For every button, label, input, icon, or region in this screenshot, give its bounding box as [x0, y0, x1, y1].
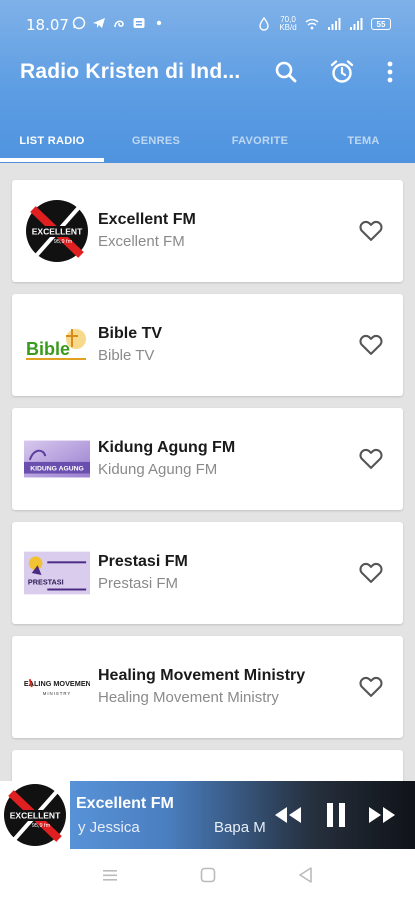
svg-text:95,9 fm: 95,9 fm — [54, 239, 73, 245]
more-vert-icon — [387, 61, 393, 83]
heart-outline-icon[interactable] — [357, 330, 385, 358]
station-card[interactable]: PRESTASI Prestasi FM Prestasi FM — [12, 522, 403, 624]
tab-list-radio[interactable]: LIST RADIO — [0, 118, 104, 163]
station-name: Kidung Agung FM — [98, 439, 236, 456]
battery-icon: 55 — [371, 18, 391, 30]
player-station-logo: EXCELLENT 95,9 fm — [0, 781, 70, 849]
system-nav-bar — [0, 849, 415, 900]
station-logo: HEALING MOVEMENT MINISTRY — [24, 655, 90, 719]
station-subtitle: Excellent FM — [98, 233, 185, 250]
station-subtitle: Bible TV — [98, 347, 155, 364]
station-card[interactable]: HEALING MOVEMENT MINISTRY Healing Moveme… — [12, 636, 403, 738]
station-subtitle: Kidung Agung FM — [98, 461, 218, 478]
whatsapp-icon — [72, 16, 86, 30]
player-title: Excellent FM — [76, 795, 174, 812]
network-speed: 70,0 KB/d — [279, 15, 297, 32]
healing-movement-logo: HEALING MOVEMENT MINISTRY — [24, 678, 90, 696]
svg-text:EXCELLENT: EXCELLENT — [10, 811, 61, 821]
station-name: Excellent FM — [98, 211, 196, 228]
data-saver-icon — [259, 17, 269, 31]
station-logo: EXCELLENT 95,9 fm — [24, 199, 90, 263]
station-subtitle: Prestasi FM — [98, 575, 179, 592]
excellent-fm-logo: EXCELLENT 95,9 fm — [26, 200, 88, 262]
station-logo: KIDUNG AGUNG — [24, 427, 90, 491]
swirl-notification-icon — [114, 20, 124, 28]
app-bar: 18.07 70,0 KB/d 55 Radio Kristen di Ind.… — [0, 0, 415, 163]
heart-outline-icon[interactable] — [357, 558, 385, 586]
status-bar: 18.07 70,0 KB/d 55 — [0, 12, 415, 38]
app-notification-icon — [133, 18, 145, 28]
heart-outline-icon[interactable] — [357, 216, 385, 244]
station-subtitle: Healing Movement Ministry — [98, 689, 279, 706]
svg-text:PRESTASI: PRESTASI — [28, 578, 64, 587]
excellent-fm-logo: EXCELLENT 95,9 fm — [4, 784, 66, 846]
tab-tema[interactable]: TEMA — [312, 118, 415, 163]
heart-outline-icon[interactable] — [357, 444, 385, 472]
fast-forward-icon — [369, 807, 395, 823]
prestasi-fm-logo: PRESTASI — [24, 551, 90, 595]
signal-icon — [328, 18, 341, 30]
previous-button[interactable] — [272, 799, 304, 831]
station-card[interactable]: Bible Bible TV Bible TV — [12, 294, 403, 396]
svg-text:Bible: Bible — [26, 339, 70, 359]
mini-player[interactable]: EXCELLENT 95,9 fm Excellent FM y Jessica… — [0, 781, 415, 849]
next-button[interactable] — [366, 799, 398, 831]
player-meta-left: y Jessica — [78, 819, 140, 836]
heart-outline-icon[interactable] — [357, 672, 385, 700]
station-name: Prestasi FM — [98, 553, 188, 570]
dot-icon — [156, 20, 162, 26]
telegram-icon — [93, 18, 105, 28]
search-icon — [275, 61, 297, 83]
station-logo: Bible — [24, 313, 90, 377]
home-nav-icon[interactable] — [198, 865, 218, 885]
back-nav-icon[interactable] — [296, 865, 316, 885]
station-name: Healing Movement Ministry — [98, 667, 306, 684]
tab-bar: LIST RADIO GENRES FAVORITE TEMA — [0, 118, 415, 163]
svg-text:MINISTRY: MINISTRY — [43, 691, 72, 696]
station-card[interactable]: KIDUNG AGUNG Kidung Agung FM Kidung Agun… — [12, 408, 403, 510]
search-button[interactable] — [270, 56, 302, 88]
pause-button[interactable] — [320, 799, 352, 831]
svg-text:EXCELLENT: EXCELLENT — [32, 227, 83, 237]
wifi-icon — [305, 19, 319, 30]
more-options-button[interactable] — [374, 56, 406, 88]
kidung-agung-logo: KIDUNG AGUNG — [24, 440, 90, 478]
tab-favorite[interactable]: FAVORITE — [208, 118, 312, 163]
status-time: 18.07 — [26, 16, 69, 34]
rewind-icon — [275, 807, 301, 823]
station-name: Bible TV — [98, 325, 163, 342]
menu-nav-icon[interactable] — [100, 865, 120, 885]
bible-tv-logo: Bible — [26, 329, 86, 360]
svg-text:95,9 fm: 95,9 fm — [32, 823, 51, 829]
tab-genres[interactable]: GENRES — [104, 118, 208, 163]
station-card[interactable]: EXCELLENT 95,9 fm Excellent FM Excellent… — [12, 180, 403, 282]
alarm-icon — [330, 60, 354, 83]
svg-text:KIDUNG AGUNG: KIDUNG AGUNG — [30, 466, 84, 473]
alarm-button[interactable] — [326, 56, 358, 88]
player-now-playing: y Jessica Bapa M — [76, 819, 266, 839]
signal-2-icon — [350, 18, 363, 30]
pause-icon — [327, 803, 345, 827]
tab-indicator — [0, 158, 104, 162]
status-notification-icons — [72, 16, 166, 30]
player-meta-right: Bapa M — [214, 819, 266, 836]
status-system-icons: 70,0 KB/d 55 — [257, 16, 391, 32]
svg-text:HEALING MOVEMENT: HEALING MOVEMENT — [24, 679, 90, 688]
station-logo: PRESTASI — [24, 541, 90, 605]
app-title: Radio Kristen di Ind... — [20, 60, 241, 83]
